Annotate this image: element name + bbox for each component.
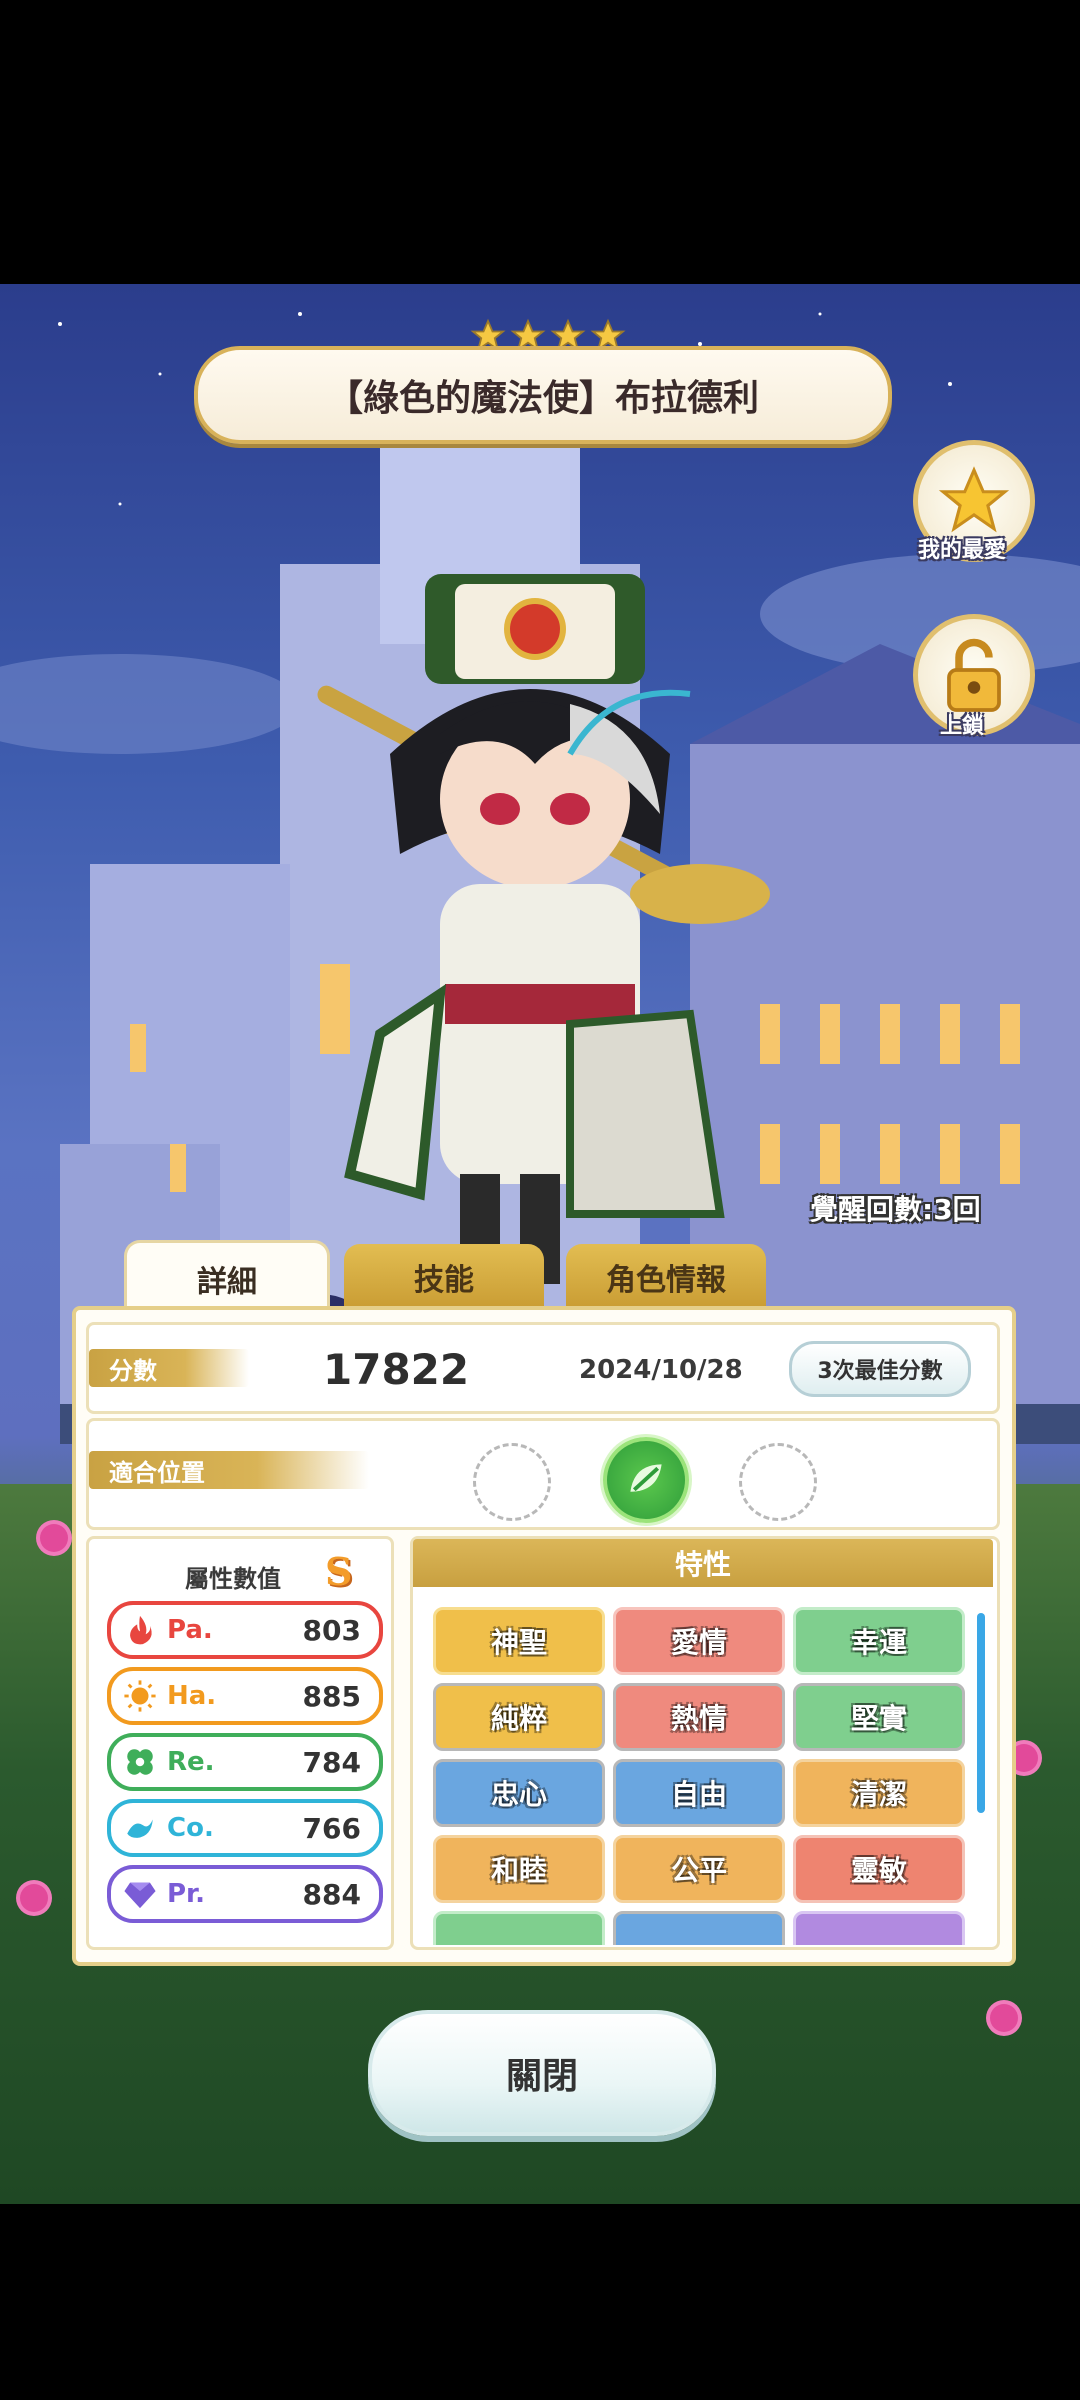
trait-badge: 愛情 — [613, 1607, 785, 1675]
trait-badge: 清潔 — [793, 1759, 965, 1827]
leaf-icon — [630, 1464, 662, 1492]
attribute-name: Pr. — [167, 1879, 206, 1909]
trait-badge — [613, 1911, 785, 1945]
favorite-label: 我的最愛 — [918, 538, 1007, 563]
attribute-title: 屬性數值 — [185, 1565, 281, 1593]
score-value: 17822 — [323, 1345, 470, 1394]
position-row: 適合位置 — [86, 1418, 1000, 1530]
attribute-name: Pa. — [167, 1615, 213, 1645]
trait-badge: 堅實 — [793, 1683, 965, 1751]
clover-icon — [127, 1749, 153, 1775]
attribute-value: 885 — [302, 1679, 361, 1713]
trait-scrollbar[interactable] — [977, 1613, 985, 1813]
card-title-banner: 【綠色的魔法使】布拉德利 — [194, 346, 892, 444]
trait-badge — [433, 1911, 605, 1945]
unlock-icon — [947, 638, 1001, 712]
position-slot-empty — [473, 1443, 551, 1521]
score-row: 分數 17822 2024/10/28 3次最佳分數 — [86, 1322, 1000, 1414]
attribute-ha: Ha. 885 — [107, 1667, 383, 1725]
close-button[interactable]: 關閉 — [368, 2010, 716, 2136]
attribute-re: Re. 784 — [107, 1733, 383, 1791]
gem-icon — [124, 1882, 156, 1909]
trait-badge: 公平 — [613, 1835, 785, 1903]
lock-label: 上鎖 — [940, 714, 985, 739]
trait-grid[interactable]: 神聖 愛情 幸運 純粹 熱情 堅實 忠心 自由 清潔 和睦 公平 靈敏 — [433, 1607, 973, 1945]
star-icon — [938, 466, 1010, 533]
attribute-rank: S — [325, 1549, 353, 1594]
attribute-pa: Pa. 803 — [107, 1601, 383, 1659]
awaken-count: 覺醒回數:3回 — [810, 1193, 981, 1226]
attribute-value: 766 — [302, 1811, 361, 1845]
attribute-box: 屬性數值 S Pa. 803 Ha. 885 Re. 784 Co. 766 P… — [86, 1536, 394, 1950]
sun-icon — [124, 1680, 156, 1712]
trait-badge: 靈敏 — [793, 1835, 965, 1903]
attribute-name: Ha. — [167, 1681, 217, 1711]
wave-icon — [127, 1819, 153, 1838]
trait-badge: 熱情 — [613, 1683, 785, 1751]
best-score-button[interactable]: 3次最佳分數 — [789, 1341, 971, 1397]
position-slot-filled — [603, 1437, 689, 1523]
score-date: 2024/10/28 — [579, 1355, 743, 1385]
trait-box: 特性 神聖 愛情 幸運 純粹 熱情 堅實 忠心 自由 清潔 和睦 公平 靈敏 — [410, 1536, 1000, 1950]
tab-details[interactable]: 詳細 — [124, 1240, 330, 1315]
score-label: 分數 — [89, 1349, 249, 1387]
attribute-pr: Pr. 884 — [107, 1865, 383, 1923]
attribute-name: Re. — [167, 1747, 215, 1777]
attribute-value: 803 — [302, 1613, 361, 1647]
position-label: 適合位置 — [89, 1451, 369, 1489]
attribute-value: 884 — [302, 1877, 361, 1911]
trait-badge — [793, 1911, 965, 1945]
trait-badge: 神聖 — [433, 1607, 605, 1675]
trait-badge: 自由 — [613, 1759, 785, 1827]
attribute-co: Co. 766 — [107, 1799, 383, 1857]
attribute-name: Co. — [167, 1813, 214, 1843]
tab-character-info[interactable]: 角色情報 — [566, 1244, 766, 1310]
details-panel: 分數 17822 2024/10/28 3次最佳分數 適合位置 屬性數值 S P… — [72, 1306, 1016, 1966]
tab-skills[interactable]: 技能 — [344, 1244, 544, 1310]
trait-badge: 純粹 — [433, 1683, 605, 1751]
position-slot-empty — [739, 1443, 817, 1521]
trait-title: 特性 — [413, 1539, 993, 1587]
attribute-value: 784 — [302, 1745, 361, 1779]
trait-badge: 幸運 — [793, 1607, 965, 1675]
trait-badge: 忠心 — [433, 1759, 605, 1827]
trait-badge: 和睦 — [433, 1835, 605, 1903]
fire-icon — [130, 1615, 152, 1645]
